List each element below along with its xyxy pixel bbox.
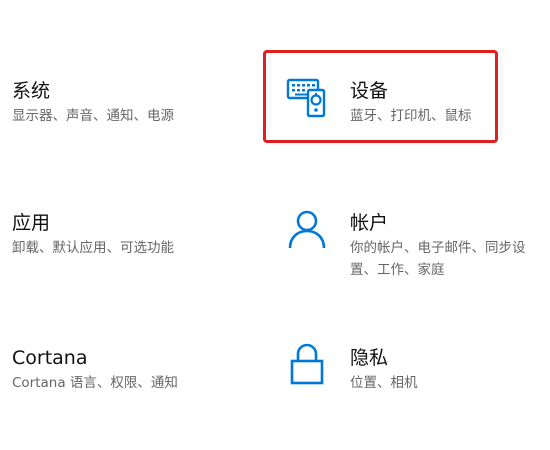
tile-description: 位置、相机 bbox=[350, 375, 418, 391]
tile-title: 系统 bbox=[12, 80, 51, 102]
tile-description: 你的帐户、电子邮件、同步设 bbox=[350, 240, 526, 256]
settings-tile-system[interactable]: 系统 显示器、声音、通知、电源 bbox=[0, 70, 250, 140]
settings-tile-devices[interactable]: 设备 蓝牙、打印机、鼠标 bbox=[270, 70, 495, 140]
tile-title: Cortana bbox=[12, 347, 88, 369]
devices-icon bbox=[286, 76, 328, 118]
settings-tile-privacy[interactable]: 隐私 位置、相机 bbox=[270, 335, 530, 405]
person-icon bbox=[286, 208, 328, 250]
tile-description: 置、工作、家庭 bbox=[350, 262, 445, 278]
settings-tile-accounts[interactable]: 帐户 你的帐户、电子邮件、同步设 置、工作、家庭 bbox=[270, 200, 550, 290]
tile-title: 隐私 bbox=[350, 347, 389, 369]
tile-description: 蓝牙、打印机、鼠标 bbox=[350, 108, 472, 124]
tile-title: 应用 bbox=[12, 212, 51, 234]
settings-tile-cortana[interactable]: Cortana Cortana 语言、权限、通知 bbox=[0, 335, 250, 405]
tile-description: 显示器、声音、通知、电源 bbox=[12, 108, 174, 124]
settings-tile-apps[interactable]: 应用 卸载、默认应用、可选功能 bbox=[0, 200, 250, 270]
tile-description: 卸载、默认应用、可选功能 bbox=[12, 240, 174, 256]
tile-description: Cortana 语言、权限、通知 bbox=[12, 375, 178, 391]
lock-icon bbox=[286, 343, 328, 385]
tile-title: 设备 bbox=[350, 80, 389, 102]
tile-title: 帐户 bbox=[350, 212, 389, 234]
